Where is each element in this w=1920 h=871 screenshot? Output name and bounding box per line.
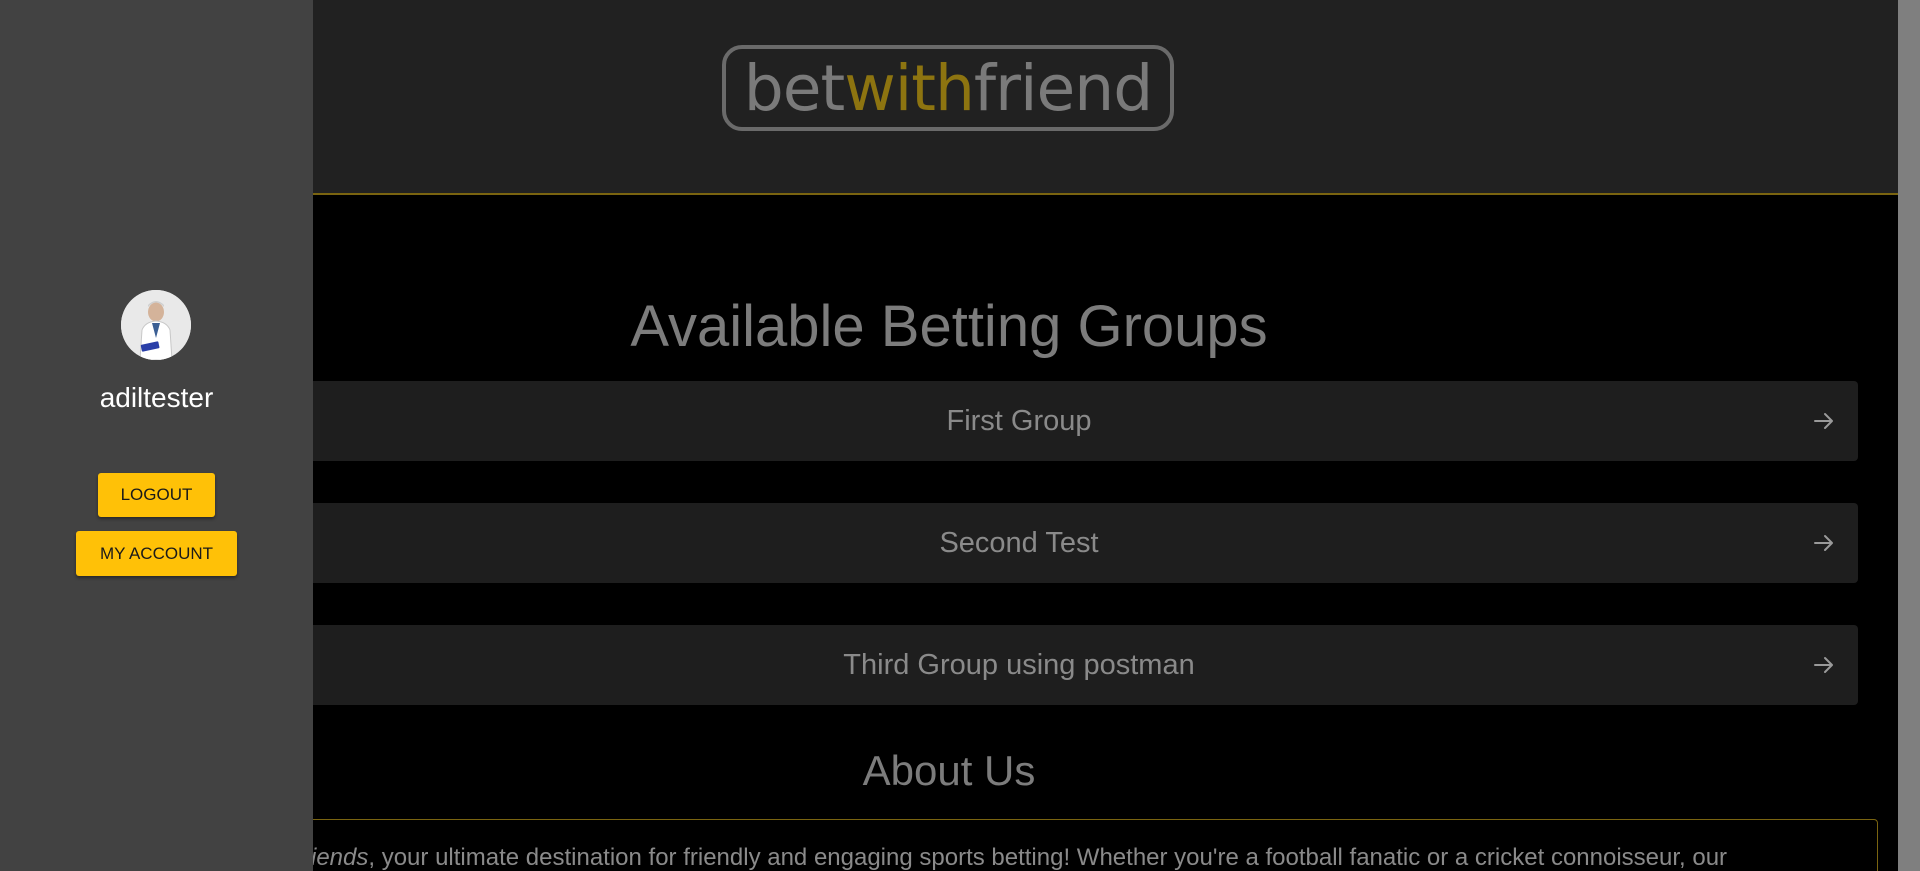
group-card-second[interactable]: Second Test xyxy=(180,503,1858,583)
logo-part-with: with xyxy=(844,51,975,125)
group-label: Third Group using postman xyxy=(843,648,1195,681)
arrow-right-icon xyxy=(1814,657,1833,673)
arrow-right-icon xyxy=(1814,413,1833,429)
my-account-button[interactable]: MY ACCOUNT xyxy=(76,531,237,576)
avatar xyxy=(121,290,191,360)
about-text-emphasis: iends xyxy=(311,844,369,871)
username: adiltester xyxy=(99,382,214,413)
group-card-third[interactable]: Third Group using postman xyxy=(180,625,1858,705)
about-text: , your ultimate destination for friendly… xyxy=(368,844,1728,871)
arrow-right-icon xyxy=(1814,535,1833,551)
group-label: First Group xyxy=(946,404,1092,437)
logo-part-friend: friend xyxy=(973,51,1153,125)
logout-button[interactable]: LOGOUT xyxy=(98,473,215,517)
about-text-box: iends, your ultimate destination for fri… xyxy=(180,819,1878,871)
group-card-first[interactable]: First Group xyxy=(180,381,1858,461)
person-icon xyxy=(121,290,191,360)
logo[interactable]: bet with friend xyxy=(722,45,1174,131)
app: bet with friend Available Betting Groups F… xyxy=(0,0,1920,871)
group-label: Second Test xyxy=(939,526,1099,559)
logo-part-bet: bet xyxy=(743,51,845,125)
sidebar-drawer: adiltester LOGOUT MY ACCOUNT xyxy=(0,0,313,871)
scrollbar[interactable] xyxy=(1898,0,1920,871)
